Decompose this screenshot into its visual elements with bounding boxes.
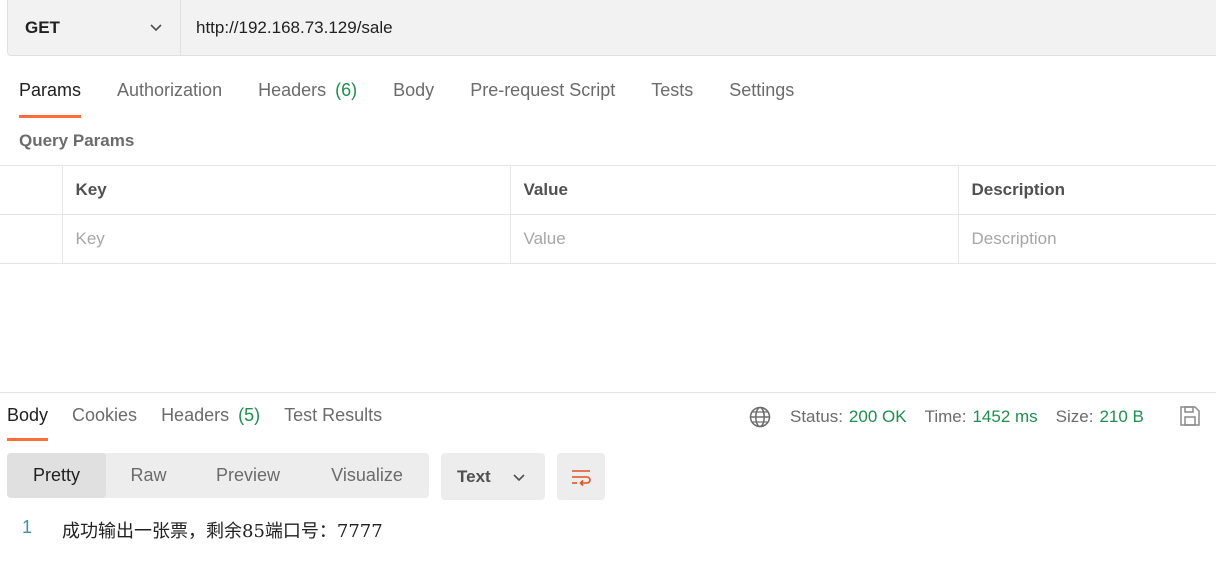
tab-pre-request-script-label: Pre-request Script — [470, 80, 616, 100]
tab-headers[interactable]: Headers (6) — [258, 80, 357, 118]
wrap-lines-button[interactable] — [557, 453, 605, 500]
response-tab-headers[interactable]: Headers (5) — [161, 405, 260, 441]
tab-settings-label: Settings — [729, 80, 795, 100]
response-tab-headers-label: Headers — [161, 405, 230, 425]
tab-params-label: Params — [19, 80, 82, 100]
tab-authorization[interactable]: Authorization — [117, 80, 222, 118]
row-handle-cell — [0, 165, 63, 215]
wrap-lines-icon — [572, 469, 591, 486]
tab-body-label: Body — [393, 80, 435, 100]
view-mode-selector: Pretty Raw Preview Visualize — [7, 453, 429, 498]
time-info[interactable]: Time: 1452 ms — [925, 407, 1038, 427]
format-select[interactable]: Text — [441, 453, 545, 500]
request-tabs: Params Authorization Headers (6) Body Pr… — [19, 80, 830, 118]
key-input[interactable]: Key — [61, 214, 511, 264]
tab-authorization-label: Authorization — [117, 80, 223, 100]
headers-count: (6) — [335, 80, 358, 100]
tab-headers-label: Headers — [258, 80, 327, 100]
row-handle-cell — [0, 214, 63, 264]
chevron-down-icon — [150, 24, 162, 32]
size-info[interactable]: Size: 210 B — [1056, 407, 1144, 427]
value-header: Value — [509, 165, 959, 215]
response-status-area: Status: 200 OK Time: 1452 ms Size: 210 B — [748, 405, 1162, 429]
description-header: Description — [957, 165, 1216, 215]
response-tab-body[interactable]: Body — [7, 405, 49, 441]
format-label: Text — [457, 466, 491, 486]
size-label: Size: — [1055, 407, 1094, 426]
query-params-title: Query Params — [19, 131, 135, 150]
request-url-bar: GET — [7, 0, 1216, 56]
value-input[interactable]: Value — [509, 214, 959, 264]
table-header-row: Key Value Description — [0, 165, 1216, 215]
view-pretty-button[interactable]: Pretty — [7, 453, 106, 498]
view-preview-button[interactable]: Preview — [191, 453, 305, 498]
method-label: GET — [25, 17, 60, 37]
url-input[interactable] — [181, 0, 1216, 55]
globe-icon[interactable] — [748, 405, 772, 429]
tab-tests-label: Tests — [651, 80, 694, 100]
status-info[interactable]: Status: 200 OK — [790, 407, 907, 427]
query-params-table: Key Value Description Key Value Descript… — [0, 165, 1216, 264]
chevron-down-icon — [513, 474, 525, 482]
tab-tests[interactable]: Tests — [651, 80, 693, 118]
response-tab-test-results[interactable]: Test Results — [284, 405, 382, 441]
status-label: Status: — [790, 407, 843, 426]
response-tab-test-results-label: Test Results — [284, 405, 383, 425]
tab-settings[interactable]: Settings — [729, 80, 794, 118]
response-tabs: Body Cookies Headers (5) Test Results — [7, 405, 406, 441]
status-value: 200 OK — [848, 407, 907, 426]
response-headers-count: (5) — [238, 405, 261, 425]
tab-params[interactable]: Params — [19, 80, 82, 118]
time-label: Time: — [924, 407, 967, 426]
size-value: 210 B — [1099, 407, 1144, 426]
time-value: 1452 ms — [972, 407, 1038, 426]
save-response-icon[interactable] — [1178, 404, 1202, 428]
response-tab-cookies[interactable]: Cookies — [72, 405, 137, 441]
table-row: Key Value Description — [0, 214, 1216, 264]
tab-body[interactable]: Body — [393, 80, 434, 118]
view-raw-button[interactable]: Raw — [106, 453, 191, 498]
response-body-text[interactable]: 成功输出一张票，剩余85端口号：7777 — [62, 517, 383, 543]
view-visualize-button[interactable]: Visualize — [305, 453, 429, 498]
line-number: 1 — [21, 517, 32, 537]
tab-pre-request-script[interactable]: Pre-request Script — [470, 80, 615, 118]
method-select[interactable]: GET — [8, 0, 181, 55]
response-body-line: 1 成功输出一张票，剩余85端口号：7777 — [0, 517, 383, 543]
pane-divider[interactable] — [0, 392, 1216, 393]
description-input[interactable]: Description — [957, 214, 1216, 264]
response-tab-cookies-label: Cookies — [72, 405, 138, 425]
key-header: Key — [61, 165, 511, 215]
response-tab-body-label: Body — [7, 405, 49, 425]
